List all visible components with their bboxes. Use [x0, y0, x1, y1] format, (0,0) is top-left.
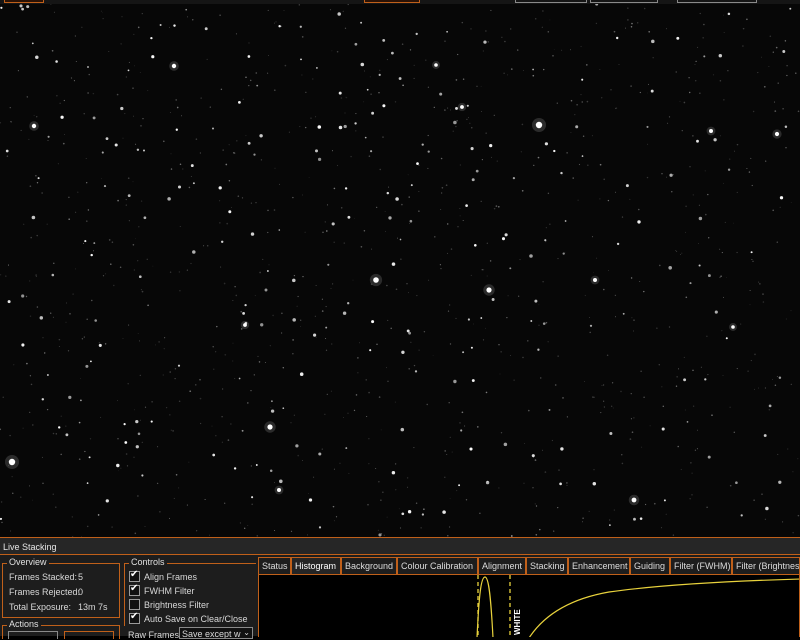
frames-stacked-label: Frames Stacked: — [9, 572, 78, 582]
tab-filter-fwhm[interactable]: Filter (FWHM) — [670, 557, 732, 574]
tab-strip: Status Histogram Background Colour Calib… — [258, 557, 800, 574]
raw-frames-select[interactable]: Save except w ⌄ — [179, 627, 253, 639]
stacked-image-viewer[interactable] — [0, 4, 800, 537]
tab-background[interactable]: Background — [341, 557, 397, 574]
frames-rejected-label: Frames Rejected: — [9, 587, 81, 597]
tab-alignment[interactable]: Alignment — [478, 557, 526, 574]
tab-histogram[interactable]: Histogram — [291, 557, 341, 574]
total-exposure-value: 13m 7s — [78, 602, 108, 612]
histogram-plot[interactable]: WHITE — [259, 575, 800, 637]
actions-label: Actions — [7, 619, 41, 629]
overview-label: Overview — [7, 557, 49, 567]
raw-frames-value: Save except w — [182, 629, 241, 639]
action-button-2[interactable] — [64, 631, 114, 639]
auto-save-checkbox[interactable]: ✔ Auto Save on Clear/Close — [129, 611, 248, 624]
live-stacking-panel: Live Stacking Overview Frames Stacked: 5… — [0, 537, 800, 640]
total-exposure-label: Total Exposure: — [9, 602, 72, 612]
align-frames-check-icon[interactable]: ✔ — [129, 569, 140, 582]
overview-group: Overview Frames Stacked: 5 Frames Reject… — [2, 557, 120, 618]
panel-title-bar: Live Stacking — [0, 538, 800, 555]
frames-stacked-row: Frames Stacked: 5 — [9, 572, 83, 582]
tab-guiding[interactable]: Guiding — [630, 557, 670, 574]
panel-title: Live Stacking — [3, 542, 57, 552]
toolbar-button-center[interactable] — [364, 0, 420, 3]
tab-filter-brightness[interactable]: Filter (Brightness) — [732, 557, 800, 574]
toolbar-field-1[interactable] — [515, 0, 587, 3]
toolbar-field-2[interactable] — [590, 0, 658, 3]
frames-rejected-value: 0 — [78, 587, 84, 597]
frames-stacked-value: 5 — [78, 572, 84, 582]
fwhm-filter-label: FWHM Filter — [144, 586, 195, 596]
align-frames-checkbox[interactable]: ✔ Align Frames — [129, 569, 198, 582]
action-button-1[interactable] — [8, 631, 58, 639]
brightness-filter-check-icon[interactable] — [129, 599, 140, 610]
tab-colour-calibration[interactable]: Colour Calibration — [397, 557, 478, 574]
tab-status[interactable]: Status — [258, 557, 291, 574]
tab-enhancement[interactable]: Enhancement — [568, 557, 630, 574]
histogram-area[interactable]: WHITE — [258, 574, 800, 637]
align-frames-label: Align Frames — [144, 572, 198, 582]
fwhm-filter-check-icon[interactable]: ✔ — [129, 583, 140, 596]
controls-label: Controls — [129, 557, 167, 567]
histogram-curve — [476, 576, 799, 637]
raw-frames-label: Raw Frames — [128, 630, 180, 640]
toolbar-button-left[interactable] — [4, 0, 44, 3]
toolbar-field-3[interactable] — [677, 0, 757, 3]
total-exposure-row: Total Exposure: 13m 7s — [9, 602, 108, 612]
auto-save-label: Auto Save on Clear/Close — [144, 614, 248, 624]
brightness-filter-label: Brightness Filter — [144, 600, 210, 610]
auto-save-check-icon[interactable]: ✔ — [129, 611, 140, 624]
controls-group: Controls ✔ Align Frames ✔ FWHM Filter Brig… — [124, 557, 256, 626]
brightness-filter-checkbox[interactable]: Brightness Filter — [129, 599, 209, 610]
frames-rejected-row: Frames Rejected: 0 — [9, 587, 84, 597]
tab-stacking[interactable]: Stacking — [526, 557, 568, 574]
white-point-label: WHITE — [513, 609, 522, 635]
fwhm-filter-checkbox[interactable]: ✔ FWHM Filter — [129, 583, 195, 596]
